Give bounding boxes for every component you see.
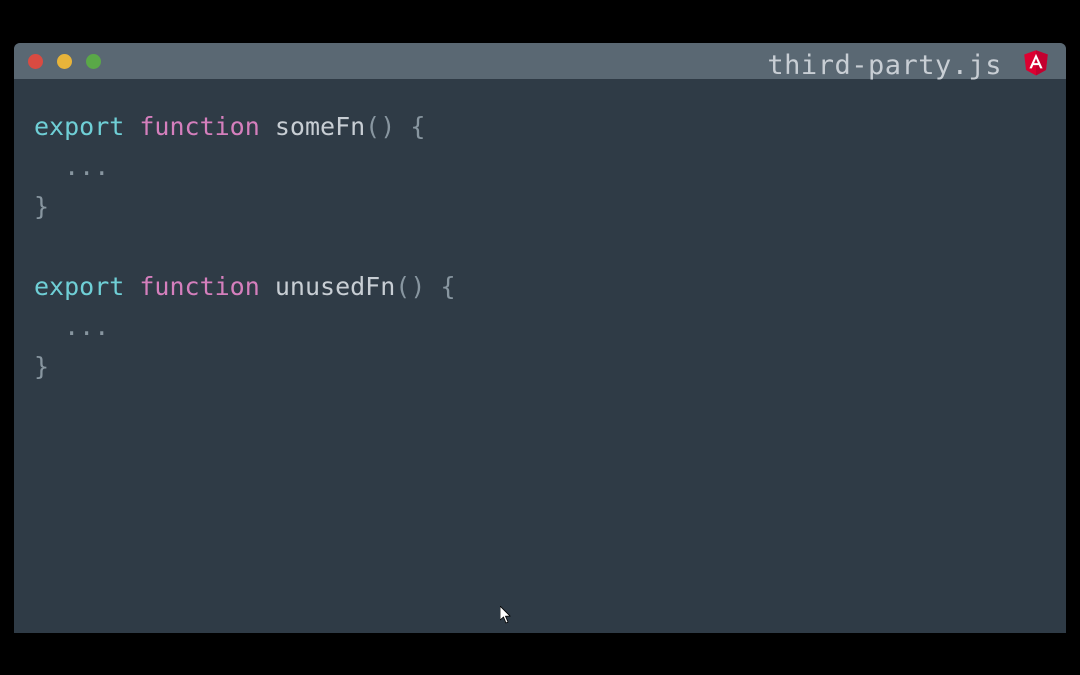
keyword-export: export (34, 112, 124, 141)
maximize-window-button[interactable] (86, 54, 101, 69)
close-window-button[interactable] (28, 54, 43, 69)
editor-window: third-party.js export function someFn() … (14, 43, 1066, 633)
keyword-function: function (139, 272, 259, 301)
parens: () (395, 272, 425, 301)
title-bar: third-party.js (14, 43, 1066, 79)
function-body: ... (34, 312, 109, 341)
open-brace: { (410, 112, 425, 141)
function-body: ... (34, 152, 109, 181)
function-name: unusedFn (275, 272, 395, 301)
parens: () (365, 112, 395, 141)
keyword-function: function (139, 112, 259, 141)
open-brace: { (440, 272, 455, 301)
minimize-window-button[interactable] (57, 54, 72, 69)
window-title: third-party.js (767, 50, 1002, 81)
traffic-lights (28, 54, 101, 69)
angular-icon (1022, 47, 1050, 77)
close-brace: } (34, 352, 49, 381)
code-area[interactable]: export function someFn() { ... } export … (14, 79, 1066, 633)
keyword-export: export (34, 272, 124, 301)
function-name: someFn (275, 112, 365, 141)
close-brace: } (34, 192, 49, 221)
